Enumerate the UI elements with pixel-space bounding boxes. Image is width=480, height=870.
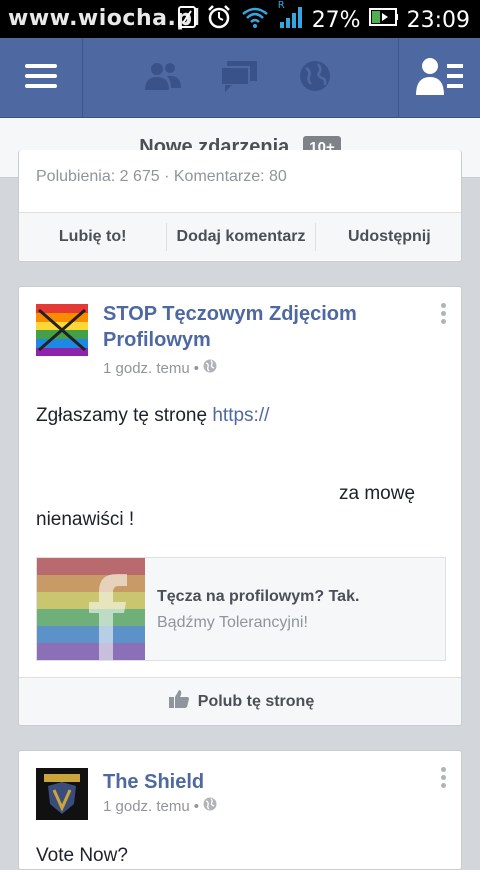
post-text: Zgłaszamy tę stronę — [36, 405, 213, 426]
post-options-button-2[interactable] — [439, 767, 447, 791]
post-options-button[interactable] — [439, 303, 447, 327]
globe-icon — [203, 359, 217, 377]
previous-post-card: Polubienia: 2 675 · Komentarze: 80 Lubię… — [18, 150, 462, 262]
signal-icon: R — [278, 0, 304, 36]
friends-icon — [143, 60, 183, 97]
meta-separator: • — [193, 359, 199, 377]
post-text-line1: Zgłaszamy tę stronę https:// — [36, 403, 269, 429]
post-stats: Polubienia: 2 675 · Komentarze: 80 — [36, 168, 287, 185]
menu-button[interactable] — [0, 38, 82, 118]
clock: 23:09 — [406, 7, 470, 33]
wifi-icon — [240, 5, 270, 35]
messages-button[interactable] — [206, 38, 272, 118]
post-meta-2: 1 godz. temu • — [103, 797, 217, 815]
contacts-button[interactable] — [399, 38, 480, 118]
page-name[interactable]: STOP Tęczowym Zdjęciom Profilowym — [103, 301, 413, 353]
messages-icon — [219, 59, 259, 98]
page-avatar-2[interactable] — [36, 768, 88, 820]
globe-icon — [203, 797, 217, 815]
post-text-2: Vote Now? — [36, 845, 128, 866]
post-time-2: 1 godz. temu — [103, 797, 190, 815]
shared-thumbnail — [37, 558, 145, 660]
like-page-button[interactable]: Polub tę stronę — [19, 677, 461, 725]
post-text-line2: za mowę — [339, 483, 416, 504]
alarm-icon — [206, 4, 232, 36]
like-button[interactable]: Lubię to! — [19, 228, 166, 246]
post-meta: 1 godz. temu • — [103, 359, 217, 377]
post-actions: Lubię to! Dodaj komentarz Udostępnij — [19, 212, 461, 260]
battery-icon — [368, 7, 399, 33]
shared-title: Tęcza na profilowym? Tak. — [157, 588, 360, 605]
watermark: www.wiocha.pl — [8, 6, 201, 31]
page-avatar[interactable] — [36, 304, 88, 356]
friend-requests-button[interactable] — [130, 38, 196, 118]
notifications-button[interactable] — [282, 38, 348, 118]
post-link[interactable]: https:// — [212, 405, 269, 426]
top-navbar — [0, 38, 480, 118]
meta-separator-2: • — [193, 797, 199, 815]
notifications-globe-icon — [298, 59, 332, 98]
shared-subtitle: Bądźmy Tolerancyjni! — [157, 614, 308, 631]
sim-icon — [176, 5, 198, 35]
share-button[interactable]: Udostępnij — [316, 228, 461, 246]
post-time: 1 godz. temu — [103, 359, 190, 377]
like-page-label: Polub tę stronę — [197, 692, 315, 710]
post-card-2: The Shield 1 godz. temu • Vote Now? — [18, 750, 462, 870]
post-card: STOP Tęczowym Zdjęciom Profilowym 1 godz… — [18, 286, 462, 726]
roaming-indicator: R — [277, 0, 285, 11]
thumbs-up-icon — [168, 689, 190, 714]
page-name-2[interactable]: The Shield — [103, 769, 413, 795]
menu-icon — [24, 62, 58, 95]
post-text-line3: nienawiści ! — [36, 509, 135, 530]
shared-link-preview[interactable]: Tęcza na profilowym? Tak. Bądźmy Toleran… — [36, 557, 446, 661]
status-bar: www.wiocha.pl R 27% 23:09 — [0, 0, 480, 38]
comment-button[interactable]: Dodaj komentarz — [167, 228, 314, 246]
battery-percent: 27% — [311, 7, 361, 33]
contacts-icon — [415, 56, 465, 101]
